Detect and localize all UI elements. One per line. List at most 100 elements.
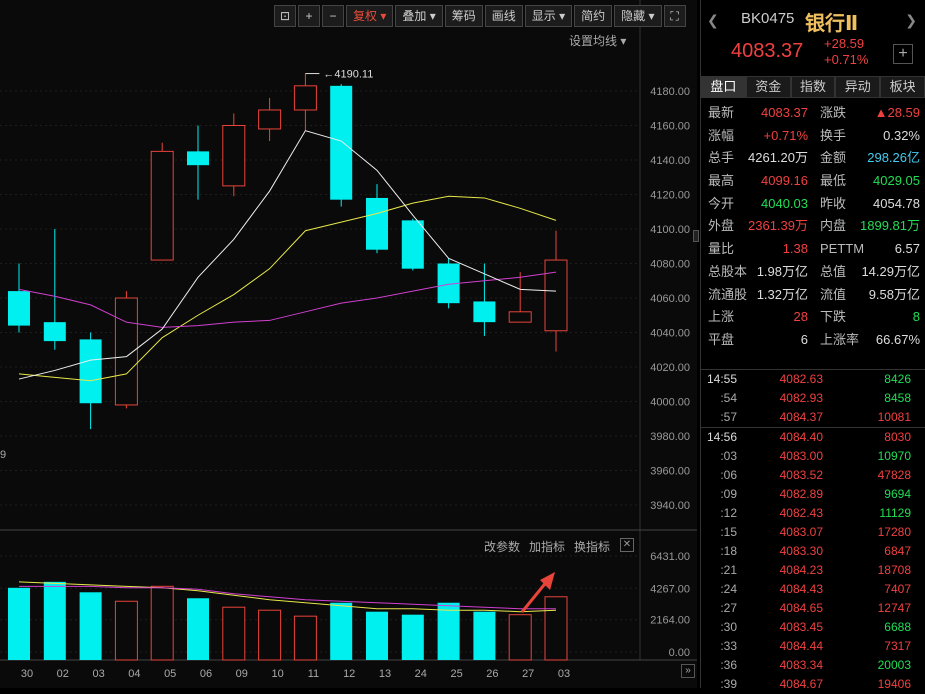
stat-row: 今开 4040.03 昨收 4054.78 <box>701 193 925 216</box>
stat-row: 流通股 1.32万亿 流值 9.58万亿 <box>701 284 925 307</box>
tick-volume: 6847 <box>884 544 911 558</box>
stat-cell: 上涨率 66.67% <box>813 329 925 352</box>
tab-3[interactable]: 异动 <box>835 76 881 98</box>
tick-row: :03 4083.00 10970 <box>701 447 925 466</box>
tick-row: :54 4082.93 8458 <box>701 389 925 408</box>
add-watchlist-icon[interactable]: + <box>893 44 913 64</box>
x-tick-label: 09 <box>236 668 248 680</box>
y-tick-label: 3940.00 <box>650 500 690 512</box>
stat-cell: 流通股 1.32万亿 <box>701 284 813 307</box>
tick-row: :12 4082.43 11129 <box>701 504 925 523</box>
indicator-bar <box>293 615 317 661</box>
y-tick-label: 4080.00 <box>650 259 690 271</box>
collapse-handle-icon[interactable] <box>693 230 699 242</box>
annotation-arrow-shaft <box>520 579 550 613</box>
tick-time: :18 <box>720 544 737 558</box>
candle-body <box>79 339 102 404</box>
stat-row: 上涨 28 下跌 8 <box>701 306 925 329</box>
stat-label: 上涨率 <box>820 331 860 347</box>
indicator-bar <box>114 600 138 661</box>
fullscreen-icon[interactable]: ⛶ <box>663 5 686 27</box>
chevron-right-icon[interactable]: » <box>681 664 695 678</box>
next-arrow-icon[interactable]: ❯ <box>905 12 917 29</box>
tab-1[interactable]: 资金 <box>745 76 791 98</box>
edit-params-button[interactable]: 改参数 <box>484 538 520 555</box>
tick-row: :09 4082.89 9694 <box>701 485 925 504</box>
x-tick-label: 05 <box>164 668 176 680</box>
stat-value: 4054.78 <box>873 195 920 211</box>
stat-label: 最新 <box>708 105 735 120</box>
tick-price: 4083.52 <box>779 468 823 482</box>
lock-icon[interactable]: ⊡ <box>274 5 296 27</box>
stat-label: 今开 <box>708 195 735 211</box>
x-tick-label: 03 <box>92 668 104 680</box>
tick-time: :09 <box>720 487 737 501</box>
stat-value: 1.98万亿 <box>756 263 808 279</box>
stat-cell: 流值 9.58万亿 <box>813 284 925 307</box>
tick-row: 14:56 4084.40 8030 <box>701 428 925 447</box>
kline-chart[interactable]: 4180.00 4160.00 4140.00 4120.00 4100.00 4080.… <box>0 0 697 688</box>
stat-value: 28 <box>793 309 808 325</box>
stat-label: 流值 <box>820 286 847 302</box>
chips-button[interactable]: 筹码 <box>444 5 483 27</box>
overlay-button[interactable]: 叠加 ▾ <box>395 5 443 27</box>
price-change: +28.59 <box>824 36 865 51</box>
tick-price: 4084.67 <box>779 677 823 691</box>
candle-body <box>293 85 317 111</box>
indicator-bar <box>508 614 532 661</box>
display-button[interactable]: 显示 ▾ <box>524 5 573 27</box>
stat-value: ▲28.59 <box>874 105 920 120</box>
tick-price: 4082.93 <box>779 391 823 405</box>
stat-label: 涨跌 <box>820 105 847 120</box>
close-icon[interactable]: ✕ <box>620 538 634 552</box>
tick-row: :27 4084.65 12747 <box>701 599 925 618</box>
add-indicator-button[interactable]: 加指标 <box>529 538 565 555</box>
stat-value: 66.67% <box>875 331 920 347</box>
drawing-button[interactable]: 画线 <box>484 5 523 27</box>
stat-label: 最高 <box>708 173 735 189</box>
zoom-out-icon[interactable]: − <box>322 5 344 27</box>
indicator-bar <box>8 587 30 660</box>
tick-price: 4084.23 <box>779 563 823 577</box>
tick-volume: 10970 <box>877 449 911 463</box>
ma-setting-button[interactable]: 设置均线 ▾ <box>569 32 626 49</box>
tick-time: :15 <box>720 525 737 539</box>
stat-label: 昨收 <box>820 195 847 211</box>
tick-volume: 11129 <box>879 506 911 520</box>
tick-list[interactable]: 14:55 4082.63 8426:54 4082.93 8458:57 4084.37… <box>701 369 925 694</box>
kline-chart-area[interactable]: 4180.00 4160.00 4140.00 4120.00 4100.00 4080.… <box>0 0 699 688</box>
tick-price: 4082.63 <box>779 372 823 386</box>
stat-label: 金额 <box>820 150 847 166</box>
x-tick-label: 30 <box>21 668 33 680</box>
tick-volume: 8426 <box>884 372 911 386</box>
stat-cell: 最低 4029.05 <box>813 170 925 193</box>
tab-4[interactable]: 板块 <box>880 76 925 98</box>
hide-button[interactable]: 隐藏 ▾ <box>614 5 662 27</box>
candle-body <box>150 150 174 261</box>
quote-header: ❮ BK0475 银行Ⅱ ❯ 4083.37 +28.59 +0.71% + <box>701 0 925 74</box>
indicator-tools: 改参数 加指标 换指标 <box>484 538 610 555</box>
zoom-in-icon[interactable]: + <box>298 5 320 27</box>
quote-stats: 最新 4083.37 涨跌 ▲28.59 涨幅 +0.71% 换手 0.32% 总手 4261.2… <box>701 102 925 352</box>
sector-code: BK0475 <box>741 10 795 27</box>
candle-body <box>258 109 282 130</box>
tick-volume: 12747 <box>877 601 911 615</box>
chart-toolbar: ⊡ + − 复权 ▾ 叠加 ▾ 筹码 画线 显示 ▾ 简约 隐藏 ▾ ⛶ <box>274 5 686 27</box>
tick-time: :12 <box>720 506 737 520</box>
stat-label: 内盘 <box>820 218 847 234</box>
fuquan-button[interactable]: 复权 ▾ <box>346 5 394 27</box>
tick-volume: 19406 <box>877 677 911 691</box>
prev-arrow-icon[interactable]: ❮ <box>707 12 719 29</box>
stat-label: 下跌 <box>820 309 847 325</box>
stat-label: 总股本 <box>708 263 748 279</box>
stat-cell: 金额 298.26亿 <box>813 147 925 170</box>
stat-value: +0.71% <box>763 127 808 143</box>
switch-indicator-button[interactable]: 换指标 <box>574 538 610 555</box>
tab-0[interactable]: 盘口 <box>701 76 746 98</box>
simple-button[interactable]: 简约 <box>574 5 613 27</box>
candle-body <box>508 311 532 323</box>
x-tick-label: 26 <box>486 668 498 680</box>
tab-2[interactable]: 指数 <box>790 76 836 98</box>
stat-value: 4029.05 <box>873 173 920 189</box>
stat-cell: 上涨 28 <box>701 306 813 329</box>
